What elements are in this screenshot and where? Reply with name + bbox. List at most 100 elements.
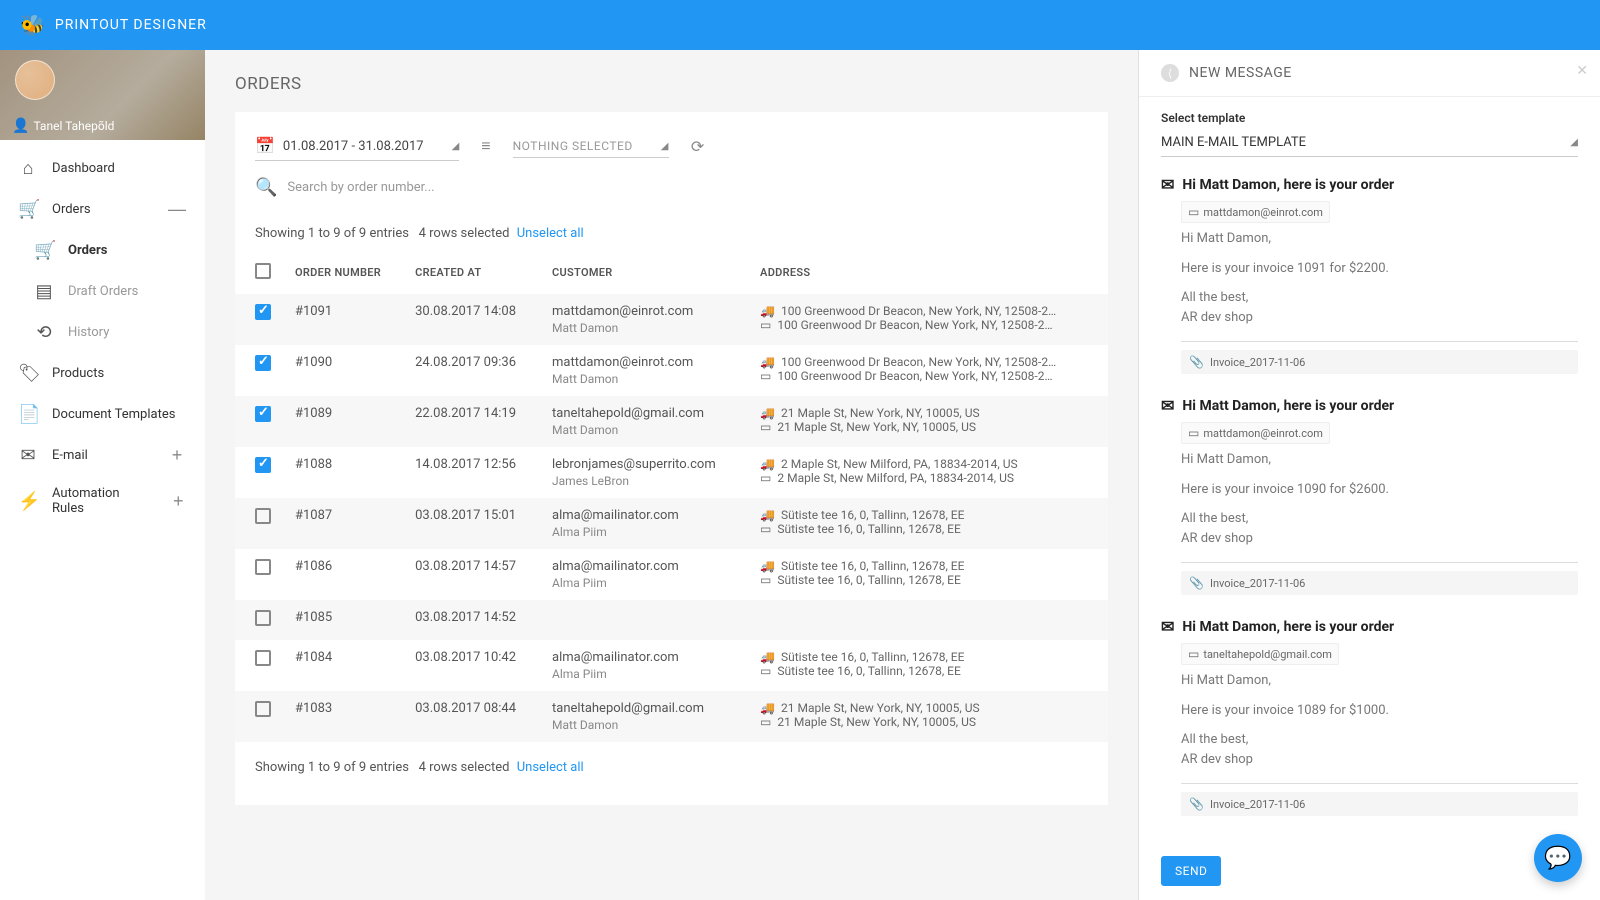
chat-bubble[interactable]: 💬: [1534, 834, 1582, 882]
address-cell: 🚚21 Maple St, New York, NY, 10005, US▭21…: [750, 396, 1108, 447]
attachment[interactable]: 📎Invoice_2017-11-06: [1181, 792, 1578, 816]
order-number: #1085: [285, 600, 405, 640]
truck-icon: 🚚: [760, 406, 775, 420]
row-checkbox[interactable]: [255, 355, 271, 371]
ship-address: 21 Maple St, New York, NY, 10005, US: [781, 701, 980, 715]
row-checkbox[interactable]: [255, 559, 271, 575]
table-row[interactable]: #108503.08.2017 14:52: [235, 600, 1108, 640]
attachment[interactable]: 📎Invoice_2017-11-06: [1181, 350, 1578, 374]
row-checkbox[interactable]: [255, 457, 271, 473]
table-row[interactable]: #108703.08.2017 15:01alma@mailinator.com…: [235, 498, 1108, 549]
col-customer[interactable]: CUSTOMER: [542, 251, 750, 294]
table-row[interactable]: #108403.08.2017 10:42alma@mailinator.com…: [235, 640, 1108, 691]
calendar-icon: 📅: [255, 136, 275, 156]
nav-email[interactable]: ✉ E-mail +: [0, 435, 205, 476]
draft-icon: ▤: [34, 281, 54, 302]
order-number: #1090: [285, 345, 405, 396]
customer-name: Alma Piim: [552, 576, 740, 590]
table-row[interactable]: #108303.08.2017 08:44taneltahepold@gmail…: [235, 691, 1108, 742]
brand[interactable]: 🐝 PRINTOUT DESIGNER: [20, 13, 207, 38]
attachment-icon: 📎: [1189, 355, 1204, 369]
ship-address: 2 Maple St, New Milford, PA, 18834-2014,…: [781, 457, 1018, 471]
expand-icon: +: [167, 445, 187, 466]
table-row[interactable]: #109024.08.2017 09:36mattdamon@einrot.co…: [235, 345, 1108, 396]
filter-icon[interactable]: ≡: [481, 138, 490, 156]
table-row[interactable]: #109130.08.2017 14:08mattdamon@einrot.co…: [235, 294, 1108, 345]
unselect-all-link[interactable]: Unselect all: [517, 760, 584, 775]
cart-icon: 🛒: [34, 240, 54, 261]
profile-name[interactable]: 👤 Tanel Tahepõld: [12, 117, 114, 134]
search-input[interactable]: [287, 180, 587, 195]
order-number: #1091: [285, 294, 405, 345]
address-cell: 🚚100 Greenwood Dr Beacon, New York, NY, …: [750, 294, 1108, 345]
row-checkbox[interactable]: [255, 610, 271, 626]
customer-email: taneltahepold@gmail.comMatt Damon: [542, 396, 750, 447]
message-preview: ✉Hi Matt Damon, here is your order ▭mattd…: [1161, 175, 1578, 374]
nav-draft-orders[interactable]: ▤ Draft Orders: [0, 271, 205, 312]
customer-email: mattdamon@einrot.comMatt Damon: [542, 345, 750, 396]
message-to[interactable]: ▭mattdamon@einrot.com: [1181, 422, 1330, 444]
row-checkbox[interactable]: [255, 701, 271, 717]
customer-name: Matt Damon: [552, 423, 740, 437]
created-at: 30.08.2017 14:08: [405, 294, 542, 345]
unselect-all-link[interactable]: Unselect all: [517, 226, 584, 241]
row-checkbox[interactable]: [255, 508, 271, 524]
message-to[interactable]: ▭taneltahepold@gmail.com: [1181, 643, 1339, 665]
history-icon: ⟲: [34, 322, 54, 343]
select-all-checkbox[interactable]: [255, 263, 271, 279]
created-at: 03.08.2017 08:44: [405, 691, 542, 742]
customer-email: alma@mailinator.comAlma Piim: [542, 498, 750, 549]
nav-automation[interactable]: ⚡ Automation Rules +: [0, 476, 205, 526]
mail-icon: ✉: [1161, 175, 1174, 195]
refresh-icon[interactable]: ⟳: [691, 137, 704, 157]
nav-dashboard[interactable]: ⌂ Dashboard: [0, 148, 205, 189]
table-row[interactable]: #108922.08.2017 14:19taneltahepold@gmail…: [235, 396, 1108, 447]
message-subject: ✉Hi Matt Damon, here is your order: [1161, 175, 1578, 195]
table-row[interactable]: #108603.08.2017 14:57alma@mailinator.com…: [235, 549, 1108, 600]
contact-icon: ▭: [1188, 647, 1199, 661]
contact-icon: ▭: [1188, 426, 1199, 440]
nav-label: Automation Rules: [52, 486, 142, 516]
nav-orders-group[interactable]: 🛒 Orders —: [0, 189, 205, 230]
message-body[interactable]: Hi Matt Damon,Here is your invoice 1091 …: [1181, 229, 1578, 342]
profile-panel: 👤 Tanel Tahepõld: [0, 50, 205, 140]
order-number: #1088: [285, 447, 405, 498]
ship-address: 100 Greenwood Dr Beacon, New York, NY, 1…: [781, 304, 1056, 318]
nav-history[interactable]: ⟲ History: [0, 312, 205, 353]
date-range-filter[interactable]: 📅 01.08.2017 - 31.08.2017 ◢: [255, 132, 459, 161]
col-address[interactable]: ADDRESS: [750, 251, 1108, 294]
message-body[interactable]: Hi Matt Damon,Here is your invoice 1089 …: [1181, 671, 1578, 784]
template-select[interactable]: MAIN E-MAIL TEMPLATE ◢: [1161, 129, 1578, 157]
nav-doc-templates[interactable]: 📄 Document Templates: [0, 394, 205, 435]
col-order-number[interactable]: ORDER NUMBER: [285, 251, 405, 294]
main: ORDERS 📅 01.08.2017 - 31.08.2017 ◢ ≡ NOT…: [205, 50, 1138, 900]
chat-icon: 💬: [1544, 845, 1571, 871]
compose-body: Select template MAIN E-MAIL TEMPLATE ◢ ✉…: [1139, 97, 1600, 842]
table-row[interactable]: #108814.08.2017 12:56lebronjames@superri…: [235, 447, 1108, 498]
truck-icon: 🚚: [760, 508, 775, 522]
attachment[interactable]: 📎Invoice_2017-11-06: [1181, 571, 1578, 595]
row-checkbox[interactable]: [255, 650, 271, 666]
cart-icon: 🛒: [18, 199, 38, 220]
order-number: #1084: [285, 640, 405, 691]
message-subject: ✉Hi Matt Damon, here is your order: [1161, 396, 1578, 416]
send-button[interactable]: SEND: [1161, 856, 1221, 886]
order-number: #1089: [285, 396, 405, 447]
back-icon[interactable]: ⟨: [1161, 64, 1179, 82]
message-body[interactable]: Hi Matt Damon,Here is your invoice 1090 …: [1181, 450, 1578, 563]
nav-products[interactable]: 🏷 Products: [0, 353, 205, 394]
col-created-at[interactable]: CREATED AT: [405, 251, 542, 294]
close-icon[interactable]: ✕: [1576, 62, 1588, 79]
bill-icon: ▭: [760, 715, 771, 729]
nav-orders[interactable]: 🛒 Orders: [0, 230, 205, 271]
nav-label: History: [68, 325, 109, 340]
bill-icon: ▭: [760, 420, 771, 434]
status-filter[interactable]: NOTHING SELECTED ◢: [513, 135, 669, 158]
message-to[interactable]: ▭mattdamon@einrot.com: [1181, 201, 1330, 223]
bill-address: 2 Maple St, New Milford, PA, 18834-2014,…: [777, 471, 1014, 485]
order-number: #1086: [285, 549, 405, 600]
bill-icon: ▭: [760, 664, 771, 678]
avatar[interactable]: [15, 60, 55, 100]
row-checkbox[interactable]: [255, 406, 271, 422]
row-checkbox[interactable]: [255, 304, 271, 320]
